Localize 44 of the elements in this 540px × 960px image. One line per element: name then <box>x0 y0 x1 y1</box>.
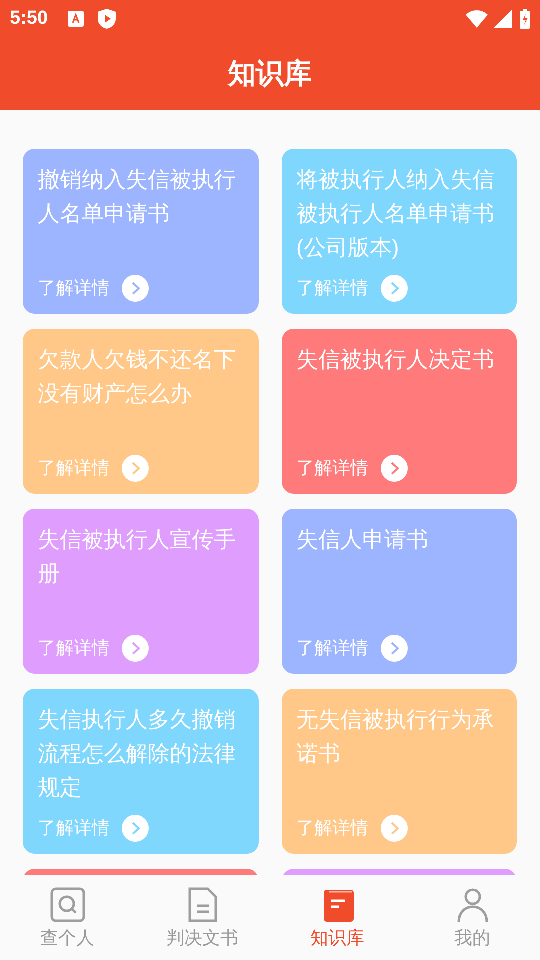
card-title: 将被执行人纳入失信被执行人名单申请书(公司版本) <box>296 166 496 262</box>
signal-icon <box>494 10 512 28</box>
knowledge-card[interactable]: 撤销纳入失信被执行人名单申请书 了解详情 <box>23 149 258 314</box>
details-link[interactable]: 了解详情 <box>38 635 110 662</box>
nav-tab[interactable]: 查个人 <box>0 875 135 960</box>
chevron-right-icon[interactable] <box>380 275 408 302</box>
keyboard-icon <box>68 11 84 27</box>
details-link[interactable]: 了解详情 <box>38 455 110 482</box>
chevron-right-icon[interactable] <box>380 635 408 662</box>
details-link[interactable]: 了解详情 <box>38 275 110 302</box>
card-title: 欠款人欠钱不还名下没有财产怎么办 <box>38 346 237 408</box>
details-link[interactable]: 了解详情 <box>296 275 368 302</box>
search-icon <box>50 887 86 923</box>
knowledge-card[interactable]: 失信被执行人决定书 了解详情 <box>282 329 517 494</box>
chevron-right-icon[interactable] <box>122 455 149 482</box>
knowledge-card[interactable]: 失信被执行人宣传手册 了解详情 <box>23 509 258 674</box>
knowledge-card[interactable]: 失信人申请书 了解详情 <box>282 509 517 674</box>
card-title: 失信执行人多久撤销流程怎么解除的法律规定 <box>38 706 237 802</box>
details-link[interactable]: 了解详情 <box>296 815 368 842</box>
card-title: 失信被执行人宣传手册 <box>38 526 237 588</box>
card-title: 失信人申请书 <box>296 526 430 554</box>
wifi-icon <box>466 10 488 28</box>
knowledge-card[interactable]: 将被执行人纳入失信被执行人名单申请书(公司版本) 了解详情 <box>282 149 517 314</box>
knowledge-card[interactable]: 无失信被执行行为承诺书 了解详情 <box>282 689 517 854</box>
card-title: 失信被执行人决定书 <box>296 346 496 374</box>
chevron-right-icon[interactable] <box>122 635 149 662</box>
page-title: 知识库 <box>228 57 312 91</box>
nav-tab[interactable]: 知识库 <box>270 875 405 960</box>
chevron-right-icon[interactable] <box>380 815 408 842</box>
knowledge-card[interactable]: 失信执行人多久撤销流程怎么解除的法律规定 了解详情 <box>23 689 258 854</box>
card-title: 无失信被执行行为承诺书 <box>296 706 496 768</box>
chevron-right-icon[interactable] <box>122 815 149 842</box>
nav-tab[interactable]: 判决文书 <box>135 875 270 960</box>
status-time: 5:50 <box>10 6 48 31</box>
details-link[interactable]: 了解详情 <box>296 455 368 482</box>
knowledge-card[interactable]: 欠款人欠钱不还名下没有财产怎么办 了解详情 <box>23 329 258 494</box>
details-link[interactable]: 了解详情 <box>296 635 368 662</box>
battery-icon <box>520 9 530 29</box>
chevron-right-icon[interactable] <box>380 455 408 482</box>
card-title: 撤销纳入失信被执行人名单申请书 <box>38 166 237 228</box>
shield-icon <box>98 9 116 29</box>
details-link[interactable]: 了解详情 <box>38 815 110 842</box>
nav-tab[interactable]: 我的 <box>405 875 540 960</box>
chevron-right-icon[interactable] <box>122 275 149 302</box>
